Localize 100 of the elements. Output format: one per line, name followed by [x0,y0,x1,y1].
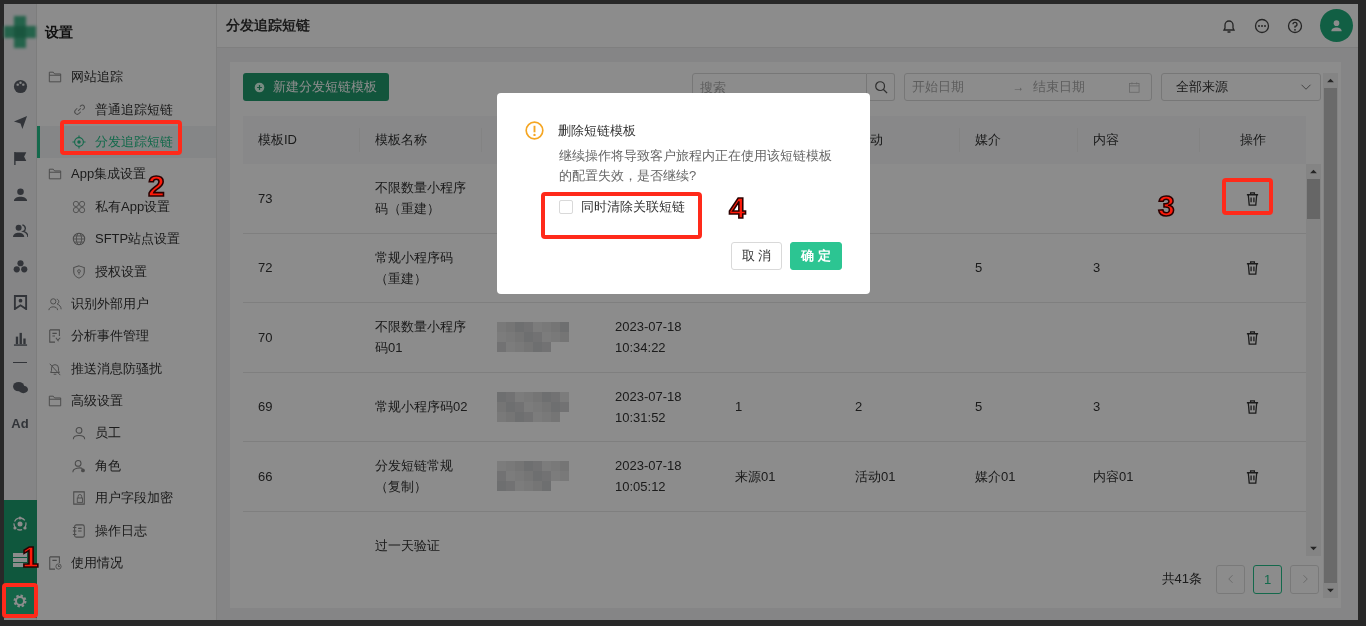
source-dropdown[interactable]: 全部来源 [1161,73,1321,101]
delete-icon[interactable] [1245,399,1260,415]
table-cell-text: 不限数量小程序码01 [375,318,467,358]
chat-icon[interactable] [12,379,28,395]
cluster-icon[interactable] [12,258,28,274]
sidebar-item[interactable]: 推送消息防骚扰 [71,359,162,378]
table-cell-text: 过一天验证 [375,537,440,556]
column-header: 媒介 [975,131,1001,149]
send-icon[interactable] [12,114,28,130]
logo-icon [4,16,36,48]
sidebar-item[interactable]: 角色 [95,456,121,475]
delete-icon[interactable] [1245,329,1260,345]
table-cell-text: 2023-07-18 10:05:12 [615,457,683,497]
table-cell-text: 2023-07-18 10:34:22 [615,318,683,358]
scroll-thumb[interactable] [1307,179,1320,219]
folder-icon [48,394,62,409]
folder-icon [48,70,62,85]
scrollbar[interactable] [1306,164,1321,556]
table-cell-text: 5 [975,398,983,417]
table-cell-text: 69 [258,398,273,417]
scroll-down-icon[interactable] [1326,586,1335,595]
pixelated-text-drawing [497,461,569,492]
help-icon[interactable] [1287,17,1303,34]
table-cell-text: 2023-07-18 10:31:52 [615,387,683,427]
chat-icon[interactable] [1254,17,1270,34]
delete-icon[interactable] [1245,468,1260,484]
user-icon[interactable] [12,186,28,202]
target-icon [72,134,86,149]
delete-icon[interactable] [1245,190,1260,206]
table-cell-text: 内容01 [1093,467,1134,486]
hub-icon[interactable] [12,516,28,532]
sidebar-item[interactable]: SFTP站点设置 [95,230,181,249]
globe-icon [72,232,86,247]
sidebar-item[interactable]: 分析事件管理 [71,327,149,346]
document-icon [48,556,62,571]
table-cell-text: 活动01 [855,467,896,486]
table-cell-text: 3 [1093,259,1101,278]
sidebar-item[interactable]: 员工 [95,424,121,443]
sidebar-item[interactable]: 普通追踪短链 [95,100,173,119]
dialog-message: 继续操作将导致客户旅程内正在使用该短链模板的配置失效，是否继续? [559,147,833,185]
sidebar-group[interactable]: App集成设置 [71,165,147,184]
table-cell-text: 2 [855,398,863,417]
plus-icon [254,81,265,93]
palette-icon[interactable] [12,78,28,94]
annotation-number: 3 [1158,189,1175,223]
table-cell-text: 来源01 [735,467,776,486]
sidebar-item[interactable]: 使用情况 [71,554,123,573]
rail-item[interactable]: Ad [11,415,29,431]
users-icon[interactable] [12,222,28,238]
scroll-down-icon[interactable] [1309,544,1318,553]
column-header: 动 [870,131,883,149]
scroll-up-icon[interactable] [1326,76,1335,85]
users-icon [48,296,62,311]
table-cell-text: 1 [735,398,743,417]
column-header: 操作 [1239,131,1266,149]
pixelated-text-drawing [497,391,569,422]
calendar-icon [1128,80,1141,94]
scrollbar[interactable] [1323,73,1338,598]
sidebar-item[interactable]: 私有App设置 [95,197,171,216]
document-icon [48,329,62,344]
checkbox[interactable] [559,200,573,214]
avatar[interactable] [1320,9,1353,42]
table-cell-text: 常规小程序码（重建） [375,248,454,288]
search-button[interactable] [867,73,895,101]
notification-icon[interactable] [1221,17,1237,34]
sidebar-item[interactable]: 识别外部用户 [71,294,149,313]
table-cell-text: 5 [975,259,983,278]
table-cell-text: 常规小程序码02 [375,398,468,417]
search-icon [873,80,888,94]
sidebar-item[interactable]: 授权设置 [95,262,147,281]
lock-document-icon [72,491,86,506]
sidebar-title: 设置 [43,23,74,42]
new-template-button[interactable]: 新建分发短链模板 [243,73,389,101]
user-icon [72,426,86,441]
column-header: 内容 [1093,131,1119,149]
pixelated-text-drawing [497,322,569,353]
flag-icon[interactable] [12,150,28,166]
scroll-up-icon[interactable] [1309,167,1318,176]
annotation-box [1222,178,1273,215]
scroll-thumb[interactable] [1324,88,1337,583]
annotation-number: 4 [729,191,746,225]
page-title: 分发追踪短链 [226,16,311,35]
sidebar-group[interactable]: 网站追踪 [71,68,123,87]
table-cell-text: 66 [258,467,273,486]
delete-icon[interactable] [1245,260,1260,276]
sidebar-group[interactable]: 高级设置 [71,392,123,411]
annotation-box [2,583,38,618]
user-icon [72,458,86,473]
sidebar-item[interactable]: 用户字段加密 [95,489,173,508]
cancel-button[interactable]: 取 消 [730,242,783,270]
checkbox-label[interactable]: 同时清除关联短链 [581,198,685,216]
table-cell-text: 73 [258,189,273,208]
settings-icon[interactable] [12,593,28,609]
bookmark-icon[interactable] [12,294,28,310]
column-header: 模板ID [258,131,297,149]
sidebar-item[interactable]: 操作日志 [95,521,147,540]
bar-chart-icon[interactable] [12,330,28,346]
column-header: 模板名称 [375,131,427,149]
user-icon [1329,18,1344,33]
table-cell-text: 70 [258,328,273,347]
